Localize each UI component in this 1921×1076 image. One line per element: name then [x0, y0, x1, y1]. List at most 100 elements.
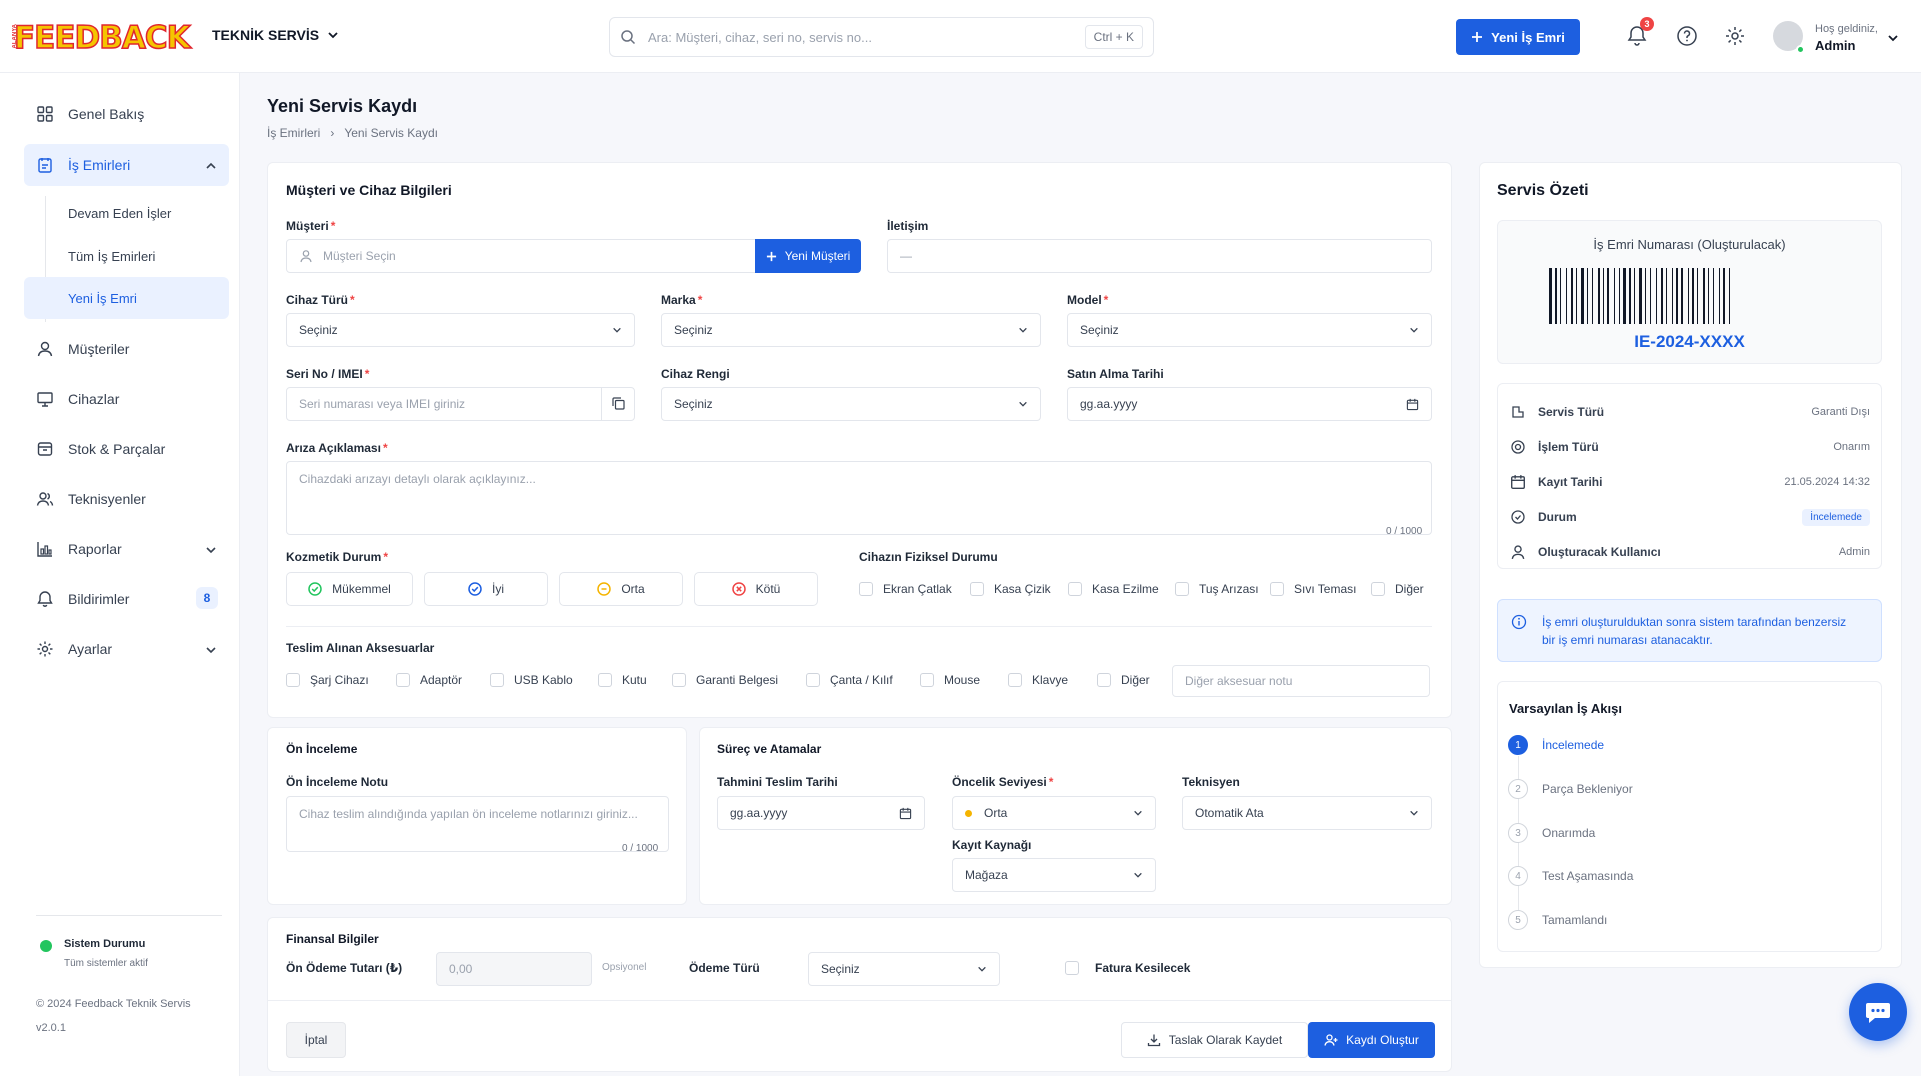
barcode-bar — [1672, 268, 1673, 324]
accessory-checkbox[interactable]: Klavye — [1008, 673, 1068, 687]
barcode-bar — [1688, 268, 1689, 324]
checkbox-box[interactable] — [806, 673, 820, 687]
order-number: IE-2024-XXXX — [1634, 332, 1745, 351]
physical-checkbox[interactable]: Kasa Ezilme — [1068, 582, 1159, 596]
invoice-checkbox[interactable]: Fatura Kesilecek — [1065, 961, 1190, 975]
accessory-checkbox[interactable]: Adaptör — [396, 673, 462, 687]
cosmetic-option-bad[interactable]: Kötü — [694, 572, 818, 606]
save-draft-button[interactable]: Taslak Olarak Kaydet — [1121, 1022, 1308, 1058]
checkbox-box[interactable] — [859, 582, 873, 596]
device-type-select[interactable]: Seçiniz — [286, 313, 635, 347]
physical-checkbox[interactable]: Kasa Çizik — [970, 582, 1051, 596]
sidebar-item-overview[interactable]: Genel Bakış — [24, 93, 229, 135]
chevron-down-icon[interactable] — [205, 644, 217, 656]
sidebar-item-reports[interactable]: Raporlar — [24, 528, 229, 570]
physical-checkbox[interactable]: Tuş Arızası — [1175, 582, 1259, 596]
accessory-checkbox[interactable]: Çanta / Kılıf — [806, 673, 893, 687]
contact-field[interactable]: — — [887, 239, 1432, 273]
checkbox-box[interactable] — [920, 673, 934, 687]
accessory-checkbox[interactable]: Kutu — [598, 673, 647, 687]
sidebar-subitem-new[interactable]: Yeni İş Emri — [24, 277, 229, 319]
pre-inspection-note-label: Ön İnceleme Notu — [286, 775, 389, 789]
checkbox-box[interactable] — [396, 673, 410, 687]
pre-inspection-textarea[interactable]: Cihaz teslim alındığında yapılan ön ince… — [286, 796, 669, 852]
checkbox-box[interactable] — [672, 673, 686, 687]
checkbox-box[interactable] — [1175, 582, 1189, 596]
checkbox-box[interactable] — [1065, 961, 1079, 975]
plus-icon — [766, 251, 776, 261]
accessory-checkbox[interactable]: Şarj Cihazı — [286, 673, 369, 687]
checkbox-box[interactable] — [1270, 582, 1284, 596]
checkbox-box[interactable] — [598, 673, 612, 687]
technician-select[interactable]: Otomatik Ata — [1182, 796, 1432, 830]
module-switcher[interactable]: TEKNİK SERVİS — [212, 27, 339, 43]
user-name[interactable]: Admin — [1815, 38, 1855, 53]
chevron-down-icon — [1410, 327, 1418, 333]
prepay-input[interactable]: 0,00 — [436, 952, 592, 986]
payment-type-select[interactable]: Seçiniz — [808, 952, 1000, 986]
calendar-icon — [1406, 398, 1419, 410]
physical-checkbox[interactable]: Diğer — [1371, 582, 1424, 596]
fault-textarea[interactable]: Cihazdaki arızayı detaylı olarak açıklay… — [286, 461, 1432, 535]
barcode-bar — [1676, 268, 1678, 324]
accessory-checkbox[interactable]: USB Kablo — [490, 673, 573, 687]
brand-logo[interactable]: FEEDBACK — [13, 19, 191, 57]
user-menu-chevron-icon[interactable] — [1887, 32, 1899, 44]
source-select[interactable]: Mağaza — [952, 858, 1156, 892]
search-input[interactable]: Ara: Müşteri, cihaz, seri no, servis no.… — [648, 30, 1085, 45]
search-bar[interactable]: Ara: Müşteri, cihaz, seri no, servis no.… — [609, 17, 1154, 57]
physical-checkbox[interactable]: Ekran Çatlak — [859, 582, 952, 596]
create-record-button[interactable]: Kaydı Oluştur — [1308, 1022, 1435, 1058]
checkbox-box[interactable] — [1097, 673, 1111, 687]
new-job-button[interactable]: Yeni İş Emri — [1456, 19, 1580, 55]
checkbox-box[interactable] — [1371, 582, 1385, 596]
model-select[interactable]: Seçiniz — [1067, 313, 1432, 347]
physical-checkbox[interactable]: Sıvı Teması — [1270, 582, 1356, 596]
new-customer-button[interactable]: Yeni Müşteri — [755, 239, 861, 273]
sidebar-item-stock[interactable]: Stok & Parçalar — [24, 428, 229, 470]
sidebar-subitem-ongoing[interactable]: Devam Eden İşler — [24, 192, 229, 234]
priority-label: Öncelik Seviyesi * — [952, 775, 1054, 789]
chat-button[interactable] — [1849, 983, 1907, 1041]
breadcrumb-parent[interactable]: İş Emirleri — [267, 126, 320, 140]
check-circle-icon — [468, 582, 482, 596]
accessory-checkbox[interactable]: Garanti Belgesi — [672, 673, 778, 687]
sidebar-item-technicians[interactable]: Teknisyenler — [24, 478, 229, 520]
notification-count: 3 — [1640, 17, 1654, 31]
sidebar-item-work-orders[interactable]: İş Emirleri — [24, 144, 229, 186]
sidebar-item-customers[interactable]: Müşteriler — [24, 328, 229, 370]
sidebar-item-devices[interactable]: Cihazlar — [24, 378, 229, 420]
barcode-bar — [1571, 268, 1573, 324]
clipboard-icon — [38, 158, 52, 173]
help-icon[interactable] — [1676, 25, 1698, 47]
sidebar-item-settings[interactable]: Ayarlar — [24, 628, 229, 670]
purchase-date-input[interactable]: gg.aa.yyyy — [1067, 387, 1432, 421]
new-customer-label: Yeni Müşteri — [784, 249, 851, 263]
accessory-checkbox[interactable]: Diğer — [1097, 673, 1150, 687]
serial-input[interactable]: Seri numarası veya IMEI giriniz — [286, 387, 635, 421]
gear-icon[interactable] — [1724, 25, 1746, 47]
checkbox-box[interactable] — [490, 673, 504, 687]
checkbox-box[interactable] — [1008, 673, 1022, 687]
copy-icon[interactable] — [611, 396, 626, 411]
cosmetic-option-excellent[interactable]: Mükemmel — [286, 572, 413, 606]
gear-icon — [37, 641, 53, 657]
checkbox-box[interactable] — [286, 673, 300, 687]
sidebar-subitem-all[interactable]: Tüm İş Emirleri — [24, 235, 229, 277]
accessory-checkbox[interactable]: Mouse — [920, 673, 980, 687]
customer-select[interactable]: Müşteri Seçin — [286, 239, 756, 273]
brand-select[interactable]: Seçiniz — [661, 313, 1041, 347]
delivery-date-input[interactable]: gg.aa.yyyy — [717, 796, 925, 830]
chevron-up-icon[interactable] — [205, 160, 217, 172]
priority-value: Orta — [984, 806, 1008, 820]
summary-row-status: Durum İncelemede — [1510, 507, 1870, 527]
cosmetic-option-medium[interactable]: Orta — [559, 572, 683, 606]
chevron-down-icon[interactable] — [205, 544, 217, 556]
priority-select[interactable]: Orta — [952, 796, 1156, 830]
color-select[interactable]: Seçiniz — [661, 387, 1041, 421]
checkbox-box[interactable] — [1068, 582, 1082, 596]
cancel-button[interactable]: İptal — [286, 1022, 346, 1058]
cosmetic-option-good[interactable]: İyi — [424, 572, 548, 606]
checkbox-box[interactable] — [970, 582, 984, 596]
accessory-note-input[interactable]: Diğer aksesuar notu — [1172, 665, 1430, 697]
